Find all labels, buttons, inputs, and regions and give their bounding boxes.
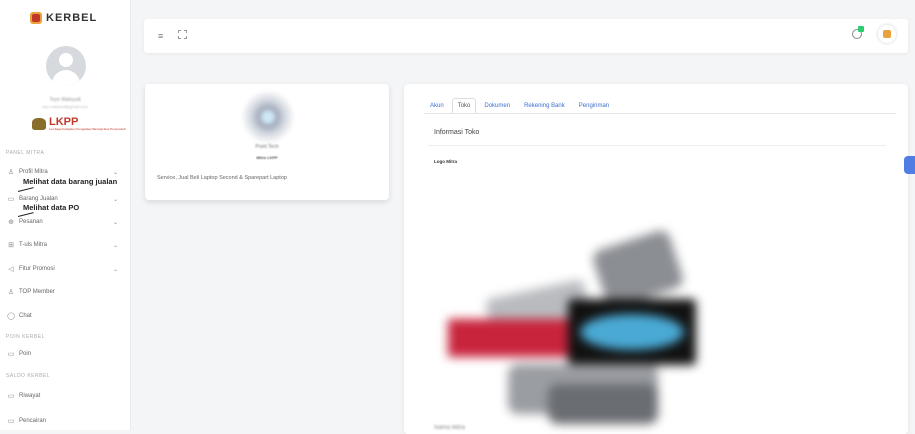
user-avatar-placeholder [46, 46, 86, 86]
account-avatar[interactable] [878, 25, 896, 43]
sidebar-item-pesanan[interactable]: ⊕ Pesanan ⌄ [6, 217, 124, 227]
sidebar-item-poin[interactable]: ▭ Poin [6, 349, 124, 359]
garuda-emblem-icon [32, 118, 46, 130]
annotation-data-po: Melihat data PO [23, 203, 80, 212]
kerbel-logo-icon [30, 12, 42, 24]
section-poin-kerbel: POIN KERBEL [6, 334, 45, 340]
sidebar-item-profil-mitra[interactable]: ♙ Profil Mitra ⌄ [6, 167, 124, 177]
section-panel-mitra: PANEL MITRA [6, 150, 45, 156]
section-title: Informasi Toko [434, 129, 480, 136]
user-email: toyo.wahyudi@gmail.com [42, 104, 88, 109]
chevron-down-icon: ⌄ [112, 196, 118, 203]
profile-tabs: Akun Toko Dokumen Rekening Bank Pengirim… [424, 98, 615, 114]
section-saldo-kerbel: SALDO KERBEL [6, 373, 51, 379]
sidebar-item-fitur-promosi[interactable]: ◁ Fitur Promosi ⌄ [6, 264, 124, 274]
fullscreen-icon[interactable] [178, 30, 187, 39]
mitra-logo-image[interactable] [428, 228, 698, 424]
sidebar-item-tools-mitra[interactable]: ⊞ T-uls Mitra ⌄ [6, 240, 124, 250]
profile-detail-card: Akun Toko Dokumen Rekening Bank Pengirim… [404, 84, 908, 434]
shop-logo-image [243, 92, 293, 142]
chevron-down-icon: ⌄ [112, 219, 118, 226]
mitra-badge: Mitra LKPP [256, 155, 278, 160]
tab-dokumen[interactable]: Dokumen [478, 98, 516, 114]
topbar: ≡ [144, 19, 908, 53]
box-icon: ▭ [7, 196, 15, 203]
shop-name: Point Tech [255, 144, 279, 150]
brand[interactable]: KERBEL [30, 12, 97, 24]
settings-toggle-button[interactable] [904, 156, 915, 174]
user-name: Toyo Wahyudi [49, 97, 81, 103]
sidebar-item-pencairan[interactable]: ▭ Pencairan [6, 416, 124, 426]
grid-icon: ⊞ [8, 242, 14, 249]
sidebar-item-chat[interactable]: ◯ Chat [6, 311, 124, 321]
shop-profile-card: Point Tech Mitra LKPP Service, Jual Beli… [145, 84, 389, 200]
megaphone-icon: ◁ [8, 266, 14, 273]
divider [428, 145, 886, 146]
package-icon: ⊕ [8, 219, 14, 226]
lkpp-logo-text: LKPP Lembaga Kebijakan Pengadaan Barang/J… [49, 116, 126, 132]
card-icon: ▭ [7, 351, 15, 358]
sidebar-item-top-member[interactable]: ♙ TOP Member [6, 287, 124, 297]
chevron-down-icon: ⌄ [112, 169, 118, 176]
notification-badge [858, 26, 864, 32]
chevron-down-icon: ⌄ [112, 242, 118, 249]
chevron-down-icon: ⌄ [112, 266, 118, 273]
hamburger-menu-icon[interactable]: ≡ [158, 31, 163, 41]
nama-mitra-label: Nama Mitra [434, 425, 466, 431]
card-icon: ▭ [7, 393, 15, 400]
tab-akun[interactable]: Akun [424, 98, 450, 114]
tab-divider [424, 113, 896, 114]
tab-toko[interactable]: Toko [451, 98, 477, 114]
brand-name: KERBEL [46, 12, 98, 24]
logo-mitra-label: Logo Mitra [434, 159, 457, 164]
lkpp-logo: LKPP Lembaga Kebijakan Pengadaan Barang/J… [32, 117, 126, 131]
shop-description: Service, Jual Beli Laptop Second & Spare… [157, 175, 287, 181]
tab-rekening-bank[interactable]: Rekening Bank [518, 98, 571, 114]
chat-icon: ◯ [7, 313, 15, 320]
tab-pengiriman[interactable]: Pengiriman [573, 98, 615, 114]
sidebar-item-riwayat[interactable]: ▭ Riwayat [6, 391, 124, 401]
users-icon: ♙ [7, 289, 15, 296]
annotation-barang-jualan: Melihat data barang jualan [23, 177, 118, 186]
card-icon: ▭ [7, 418, 15, 425]
user-icon: ♙ [7, 169, 15, 176]
